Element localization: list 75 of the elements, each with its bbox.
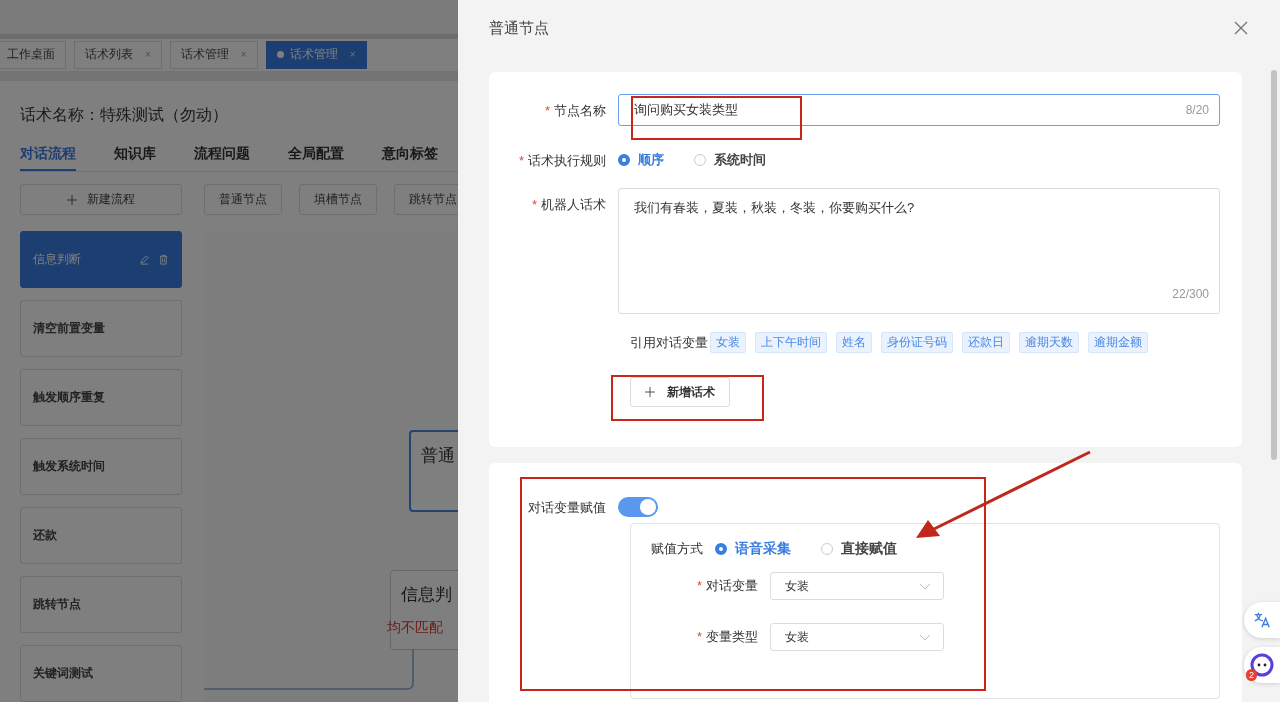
required-mark: * [531,197,537,212]
close-icon[interactable] [1234,21,1248,35]
variable-tag[interactable]: 逾期天数 [1019,332,1079,353]
flow-item[interactable]: 还款 [20,507,182,564]
field-label: 赋值方式 [651,540,703,558]
node-type-button[interactable]: 普通节点 [204,184,282,215]
notification-badge: 2 [1246,669,1257,681]
field-label: 变量类型 [706,629,758,644]
select-field[interactable]: 女装 [770,623,944,651]
page-tab[interactable]: 话术管理 × [265,40,367,69]
edit-icon[interactable] [139,254,150,265]
section-tab[interactable]: 流程问题 [194,145,250,169]
radio-option[interactable]: 系统时间 [694,151,766,169]
chevron-down-icon [919,582,931,590]
node-name-field[interactable]: 询问购买女装类型 8/20 [618,94,1220,126]
flow-name: 关键词测试 [33,665,93,682]
page-tab[interactable]: 话术管理 × [169,40,258,69]
flow-name: 信息判断 [33,251,81,268]
flow-item[interactable]: 清空前置变量 [20,300,182,357]
translate-button[interactable] [1244,602,1280,638]
page-tab[interactable]: 工作桌面 [0,40,66,69]
required-mark: * [518,153,524,168]
field-label: 对话变量 [706,578,758,593]
script-title: 话术名称：特殊测试（勿动） [20,105,229,125]
variable-tag[interactable]: 身份证号码 [881,332,953,353]
radio-option[interactable]: 顺序 [618,151,664,169]
flow-name: 跳转节点 [33,596,81,613]
robot-speech-field[interactable]: 我们有春装，夏装，秋装，冬装，你要购买什么? 22/300 [618,188,1220,314]
variables-label: 引用对话变量 [630,333,708,352]
section-tab[interactable]: 知识库 [114,145,156,169]
flow-name: 触发系统时间 [33,458,105,475]
add-speech-button[interactable]: 新增话术 [630,377,730,407]
flow-item[interactable]: 触发系统时间 [20,438,182,495]
required-mark: * [544,103,550,118]
drawer-title: 普通节点 [489,18,549,38]
flow-name: 还款 [33,527,57,544]
robot-face-icon [1250,653,1274,677]
plus-icon [67,194,77,205]
section-tab[interactable]: 对话流程 [20,145,76,171]
field-label: 节点名称 [554,103,606,118]
variable-tag[interactable]: 姓名 [836,332,872,353]
toggle-switch[interactable] [618,497,658,517]
field-label: 对话变量赋值 [528,500,606,515]
translate-icon [1253,611,1271,629]
new-flow-button[interactable]: 新建流程 [20,184,182,215]
required-mark: * [696,629,702,644]
node-type-button[interactable]: 填槽节点 [299,184,377,215]
variable-tag[interactable]: 逾期金额 [1088,332,1148,353]
variable-tag[interactable]: 女装 [710,332,746,353]
select-field[interactable]: 女装 [770,572,944,600]
flow-item[interactable]: 关键词测试 [20,645,182,702]
chevron-down-icon [919,633,931,641]
radio-option[interactable]: 直接赋值 [821,540,897,558]
field-label: 机器人话术 [541,197,606,212]
flow-node[interactable]: 普通 [409,430,458,512]
page-tab[interactable]: 话术列表 × [74,40,162,69]
flow-item[interactable]: 跳转节点 [20,576,182,633]
flow-name: 清空前置变量 [33,320,105,337]
flow-item[interactable]: 信息判断 [20,231,182,288]
plus-icon [645,387,655,397]
section-tab[interactable]: 意向标签 [382,145,438,169]
node-type-button[interactable]: 跳转节点 [394,184,458,215]
variable-tag[interactable]: 还款日 [962,332,1010,353]
branch-label: 均不匹配 [387,619,443,637]
variable-tag[interactable]: 上下午时间 [755,332,827,353]
flow-name: 触发顺序重复 [33,389,105,406]
node-title: 普通 [421,446,455,465]
field-label: 话术执行规则 [528,153,606,168]
required-mark: * [696,578,702,593]
radio-option[interactable]: 语音采集 [715,540,791,558]
section-tab[interactable]: 全局配置 [288,145,344,169]
flow-item[interactable]: 触发顺序重复 [20,369,182,426]
node-title: 信息判 [401,585,452,604]
delete-icon[interactable] [158,254,169,265]
chat-assistant-button[interactable]: 2 [1244,647,1280,683]
